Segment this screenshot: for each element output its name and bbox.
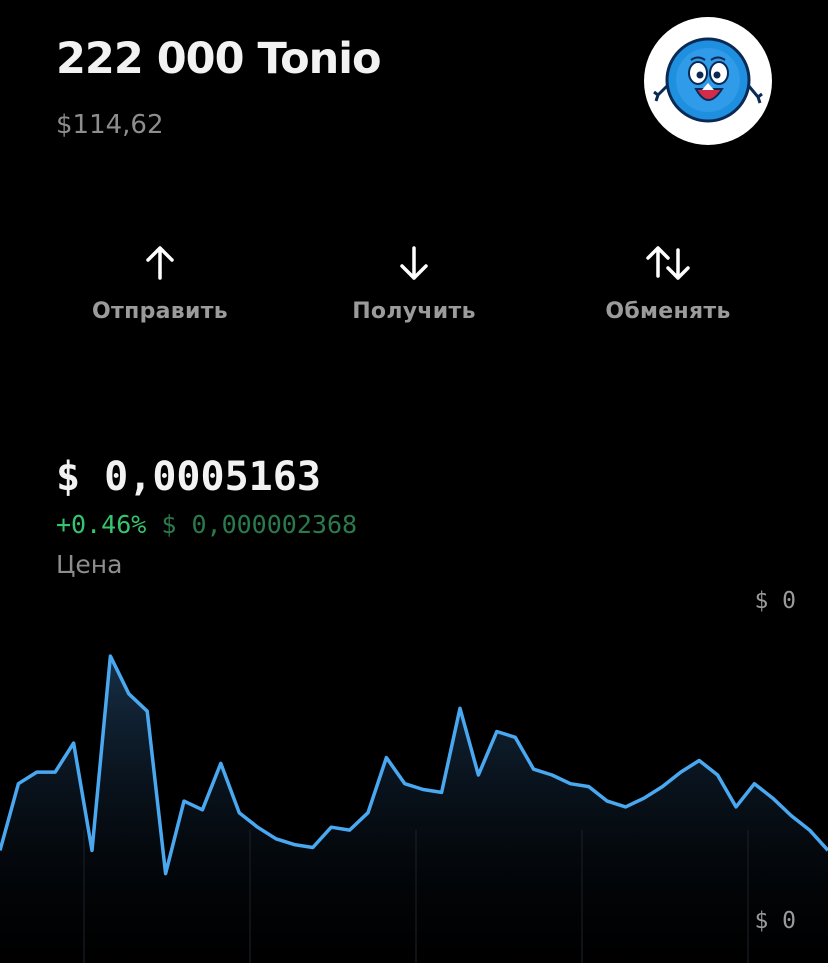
- swap-label: Обменять: [605, 299, 731, 324]
- send-button[interactable]: Отправить: [50, 236, 270, 336]
- price-change-absolute: $ 0,000002368: [161, 510, 358, 539]
- price-label: Цена: [56, 550, 123, 579]
- action-bar: Отправить Получить Обменять: [0, 236, 828, 346]
- price-change-percent: +0.46%: [56, 510, 147, 539]
- token-fiat-value: $114,62: [56, 110, 164, 140]
- y-axis-max-label: $ 0: [754, 588, 796, 614]
- price-value: $ 0,0005163: [56, 454, 321, 500]
- token-balance: 222 000 Tonio: [56, 34, 382, 84]
- arrow-up-icon: [146, 246, 174, 280]
- y-axis-min-label: $ 0: [754, 908, 796, 934]
- cartoon-coin-mascot-icon: [653, 37, 763, 123]
- price-change: +0.46% $ 0,000002368: [56, 510, 357, 539]
- price-chart[interactable]: [0, 580, 828, 963]
- arrow-down-icon: [400, 246, 428, 280]
- receive-button[interactable]: Получить: [304, 236, 524, 336]
- send-label: Отправить: [92, 299, 228, 324]
- swap-arrows-icon: [646, 246, 690, 280]
- token-avatar: [644, 17, 772, 145]
- receive-label: Получить: [352, 299, 476, 324]
- chart-area: [0, 656, 828, 963]
- swap-button[interactable]: Обменять: [558, 236, 778, 336]
